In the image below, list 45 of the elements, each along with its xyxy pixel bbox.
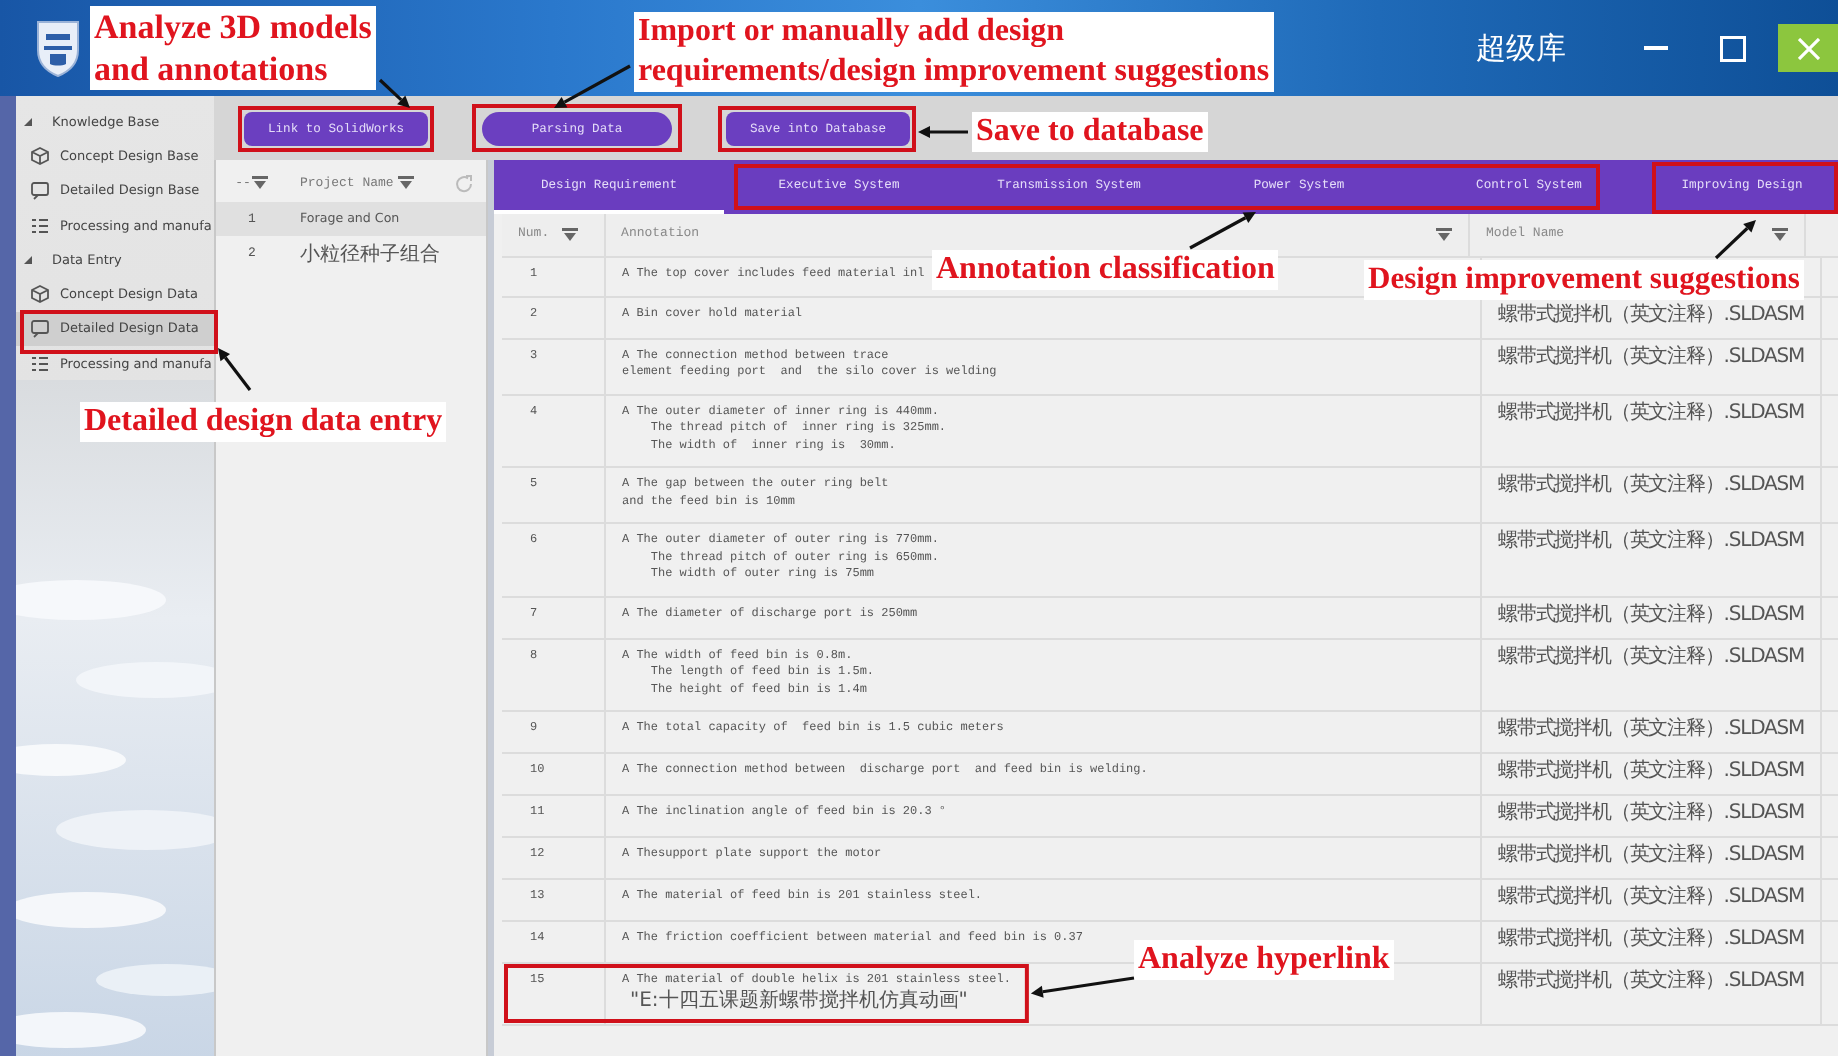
maximize-icon [1719, 35, 1745, 61]
model-name: 螺带式搅拌机（英文注释）.SLDASM [1498, 347, 1807, 367]
model-name: 螺带式搅拌机（英文注释）.SLDASM [1498, 647, 1807, 667]
model-name: 螺带式搅拌机（英文注释）.SLDASM [1498, 403, 1807, 423]
callout-arrow [554, 64, 631, 108]
callout-arrow [218, 348, 252, 391]
close-icon [1797, 37, 1819, 59]
filter-icon [397, 176, 414, 190]
callout-label: Analyze hyperlink [1134, 940, 1394, 980]
model-name: 螺带式搅拌机（英文注释）.SLDASM [1498, 305, 1807, 325]
filter-icon [561, 228, 578, 242]
list-icon [30, 353, 50, 374]
callout-label: Analyze 3D models and annotations [90, 6, 376, 90]
file-link[interactable]: "E:十四五课题新螺带搅拌机仿真动画" [622, 989, 968, 1011]
cube-icon [30, 145, 50, 166]
minimize-icon [1644, 46, 1668, 50]
list-icon [30, 215, 50, 236]
callout-label: Design improvement suggestions [1364, 260, 1804, 300]
refresh-icon [454, 173, 474, 193]
project-name: 小粒径种子组合 [298, 241, 442, 267]
callout-label: Import or manually add design requirements/design improvement suggestions [634, 12, 1274, 92]
callout-label: Save to database [972, 112, 1208, 152]
model-name: 螺带式搅拌机（英文注释）.SLDASM [1498, 930, 1807, 950]
callout-arrow [918, 126, 968, 138]
model-name: 螺带式搅拌机（英文注释）.SLDASM [1498, 846, 1807, 866]
callout-arrow [1030, 976, 1135, 998]
model-name: 螺带式搅拌机（英文注释）.SLDASM [1498, 476, 1807, 496]
filter-icon [1436, 228, 1453, 242]
model-name: 螺带式搅拌机（英文注释）.SLDASM [1498, 972, 1807, 992]
model-name: 螺带式搅拌机（英文注释）.SLDASM [1498, 720, 1807, 740]
model-name: 螺带式搅拌机（英文注释）.SLDASM [1498, 804, 1807, 824]
callout-label: Annotation classification [932, 250, 1279, 290]
callout-arrow [1714, 220, 1756, 260]
filter-icon [1772, 228, 1788, 242]
model-name: 螺带式搅拌机（英文注释）.SLDASM [1498, 532, 1807, 552]
logo-icon [34, 18, 82, 78]
callout-label: Detailed design data entry [80, 402, 447, 442]
callout-arrow [1189, 212, 1256, 250]
model-name: 螺带式搅拌机（英文注释）.SLDASM [1498, 888, 1807, 908]
callout-arrow [378, 78, 410, 108]
filter-icon [252, 176, 269, 190]
model-name: 螺带式搅拌机（英文注释）.SLDASM [1498, 605, 1807, 625]
cube-icon [30, 284, 50, 305]
window-title: 超级库 [1476, 29, 1566, 67]
model-name: 螺带式搅拌机（英文注释）.SLDASM [1498, 762, 1807, 782]
